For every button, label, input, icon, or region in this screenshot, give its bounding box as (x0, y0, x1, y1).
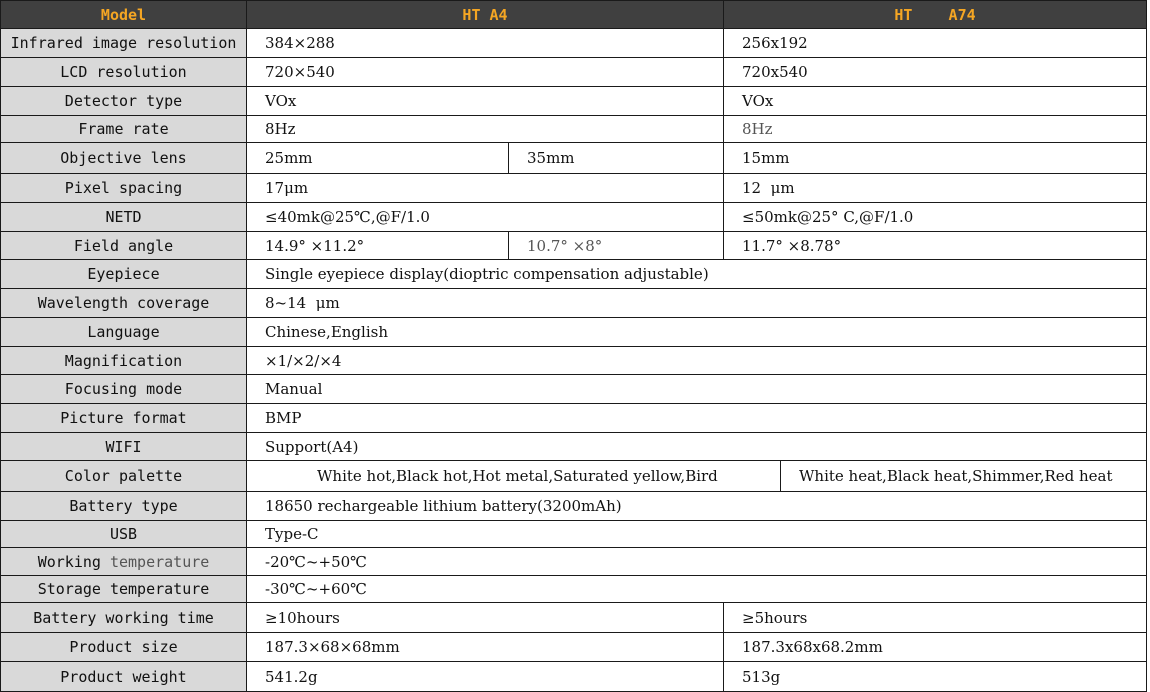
a4-value: ≤40mk@25℃,@F/1.0 (246, 202, 724, 232)
a4-value: ≥10hours (246, 602, 724, 633)
a74-value: 513g (723, 661, 1147, 692)
row-label: Product weight (0, 661, 247, 692)
a74-palette-value: White heat,Black heat,Shimmer,Red heat (780, 460, 1147, 492)
row-label: Eyepiece (0, 259, 247, 289)
row-label: Working temperature (0, 547, 247, 576)
row-label: Language (0, 317, 247, 347)
row-label: Infrared image resolution (0, 28, 247, 58)
row-label: Wavelength coverage (0, 288, 247, 318)
table-row: Magnification ×1/×2/×4 (0, 346, 1147, 375)
shared-value: Chinese,English (246, 317, 1147, 347)
table-row: Product weight 541.2g 513g (0, 661, 1147, 692)
row-label-part: Working (37, 552, 101, 571)
table-row: Product size 187.3×68×68mm 187.3x68x68.2… (0, 632, 1147, 662)
table-row: Language Chinese,English (0, 317, 1147, 347)
table-row: Wavelength coverage 8~14 μm (0, 288, 1147, 318)
table-row: Color palette White hot,Black hot,Hot me… (0, 460, 1147, 492)
row-label: Objective lens (0, 142, 247, 174)
table-row: Battery type 18650 rechargeable lithium … (0, 491, 1147, 521)
spec-table: Model HT A4 HT A74 Infrared image resolu… (0, 0, 1147, 692)
row-label: WIFI (0, 432, 247, 461)
row-label: NETD (0, 202, 247, 232)
table-row: Infrared image resolution 384×288 256x19… (0, 28, 1147, 58)
row-label: Detector type (0, 86, 247, 116)
shared-value: BMP (246, 403, 1147, 433)
row-label: Picture format (0, 403, 247, 433)
a74-value: ≤50mk@25° C,@F/1.0 (723, 202, 1147, 232)
table-row: USB Type-C (0, 520, 1147, 548)
shared-value: -30℃~+60℃ (246, 575, 1147, 603)
table-row: NETD ≤40mk@25℃,@F/1.0 ≤50mk@25° C,@F/1.0 (0, 202, 1147, 232)
a4-value: 720×540 (246, 57, 724, 87)
a74-value: 12 μm (723, 173, 1147, 203)
row-label: Color palette (0, 460, 247, 492)
table-row: Battery working time ≥10hours ≥5hours (0, 602, 1147, 633)
row-label: Frame rate (0, 115, 247, 143)
shared-value: -20℃~+50℃ (246, 547, 1147, 576)
row-label-part: temperature (109, 552, 210, 571)
row-label: Battery type (0, 491, 247, 521)
table-row: Pixel spacing 17μm 12 μm (0, 173, 1147, 203)
a4-value: 17μm (246, 173, 724, 203)
a4-palette-value: White hot,Black hot,Hot metal,Saturated … (246, 460, 781, 492)
a4-value: 384×288 (246, 28, 724, 58)
row-label: USB (0, 520, 247, 548)
table-row: Frame rate 8Hz 8Hz (0, 115, 1147, 143)
a4-value-35mm: 10.7° ×8° (508, 231, 724, 260)
a4-value-25mm: 25mm (246, 142, 509, 174)
shared-value: Support(A4) (246, 432, 1147, 461)
table-row: Detector type VOx VOx (0, 86, 1147, 116)
shared-value: 8~14 μm (246, 288, 1147, 318)
model-header: Model (0, 0, 247, 29)
a4-value-35mm: 35mm (508, 142, 724, 174)
a74-value: ≥5hours (723, 602, 1147, 633)
a74-value: 11.7° ×8.78° (723, 231, 1147, 260)
a4-value: 8Hz (246, 115, 724, 143)
table-row: Working temperature -20℃~+50℃ (0, 547, 1147, 576)
row-label: Focusing mode (0, 374, 247, 404)
a74-value: 15mm (723, 142, 1147, 174)
a74-value: 720x540 (723, 57, 1147, 87)
table-row: Focusing mode Manual (0, 374, 1147, 404)
a4-value: VOx (246, 86, 724, 116)
ht-a4-header: HT A4 (246, 0, 724, 29)
row-label: LCD resolution (0, 57, 247, 87)
table-row: WIFI Support(A4) (0, 432, 1147, 461)
table-row: Field angle 14.9° ×11.2° 10.7° ×8° 11.7°… (0, 231, 1147, 260)
header-row: Model HT A4 HT A74 (0, 0, 1147, 29)
a74-value: VOx (723, 86, 1147, 116)
shared-value: 18650 rechargeable lithium battery(3200m… (246, 491, 1147, 521)
row-label: Battery working time (0, 602, 247, 633)
shared-value: Type-C (246, 520, 1147, 548)
a74-value: 8Hz (723, 115, 1147, 143)
a4-value: 187.3×68×68mm (246, 632, 724, 662)
a4-value: 541.2g (246, 661, 724, 692)
a4-value-25mm: 14.9° ×11.2° (246, 231, 509, 260)
a74-value: 187.3x68x68.2mm (723, 632, 1147, 662)
row-label: Storage temperature (0, 575, 247, 603)
row-label: Product size (0, 632, 247, 662)
table-row: Storage temperature -30℃~+60℃ (0, 575, 1147, 603)
table-row: Objective lens 25mm 35mm 15mm (0, 142, 1147, 174)
row-label: Field angle (0, 231, 247, 260)
shared-value: Single eyepiece display(dioptric compens… (246, 259, 1147, 289)
table-row: Eyepiece Single eyepiece display(dioptri… (0, 259, 1147, 289)
row-label: Magnification (0, 346, 247, 375)
shared-value: ×1/×2/×4 (246, 346, 1147, 375)
shared-value: Manual (246, 374, 1147, 404)
row-label: Pixel spacing (0, 173, 247, 203)
table-row: Picture format BMP (0, 403, 1147, 433)
table-row: LCD resolution 720×540 720x540 (0, 57, 1147, 87)
a74-value: 256x192 (723, 28, 1147, 58)
ht-a74-header: HT A74 (723, 0, 1147, 29)
